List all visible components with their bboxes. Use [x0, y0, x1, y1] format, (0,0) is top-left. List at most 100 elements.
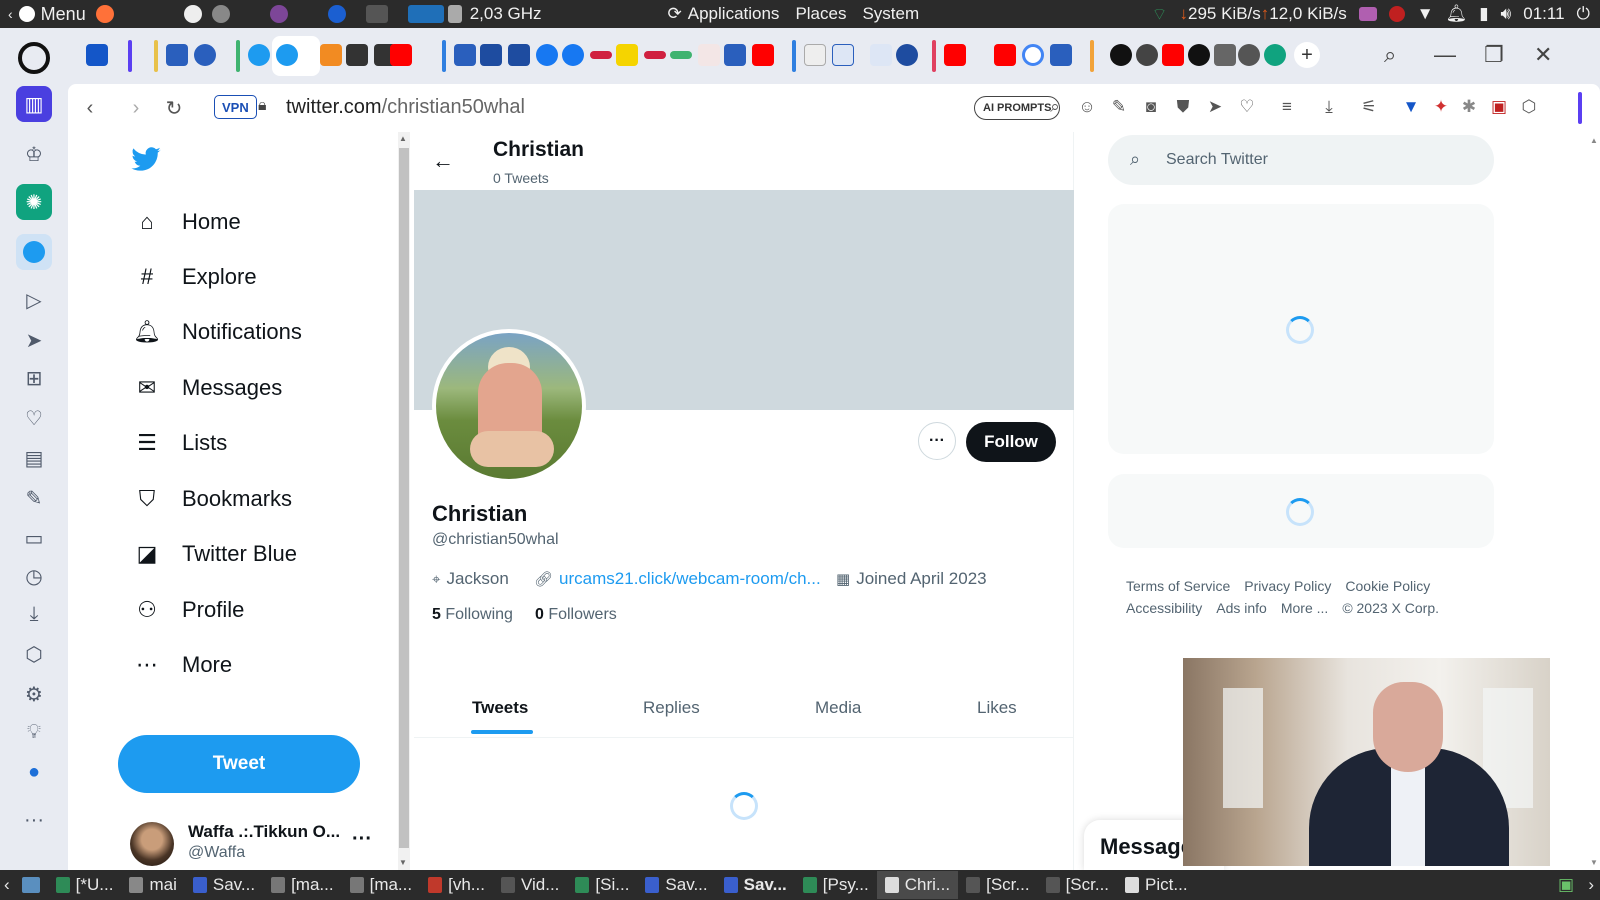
emoji-icon[interactable]: ☺ — [1076, 96, 1098, 118]
youtube-tab-favicon[interactable] — [390, 44, 412, 66]
terms-link[interactable]: Terms of Service — [1126, 578, 1230, 594]
tab-favicon-7[interactable] — [536, 44, 558, 66]
show-desktop-icon[interactable] — [14, 871, 48, 899]
following-link[interactable]: 5 Following — [432, 606, 513, 624]
history-icon[interactable]: ◷ — [16, 558, 52, 594]
applications-label[interactable]: Applications — [688, 4, 780, 24]
nav-item-home[interactable]: ⌂ Home — [132, 198, 240, 246]
power-icon[interactable]: ⏻ — [1577, 4, 1590, 24]
terminal-icon[interactable] — [365, 5, 388, 23]
extension-1-icon[interactable]: ▼ — [1400, 96, 1422, 118]
notification-bell-icon[interactable]: 🔔︎ — [1446, 4, 1468, 24]
rt-tab-favicon[interactable] — [832, 44, 854, 66]
tab-search-icon[interactable]: ⌕ — [1384, 42, 1396, 68]
ads-info-link[interactable]: Ads info — [1216, 600, 1267, 616]
snapshots-icon[interactable]: ▭ — [16, 520, 52, 556]
taskbar-task[interactable]: [Scr... — [1038, 871, 1117, 899]
taskbar-task[interactable]: Sav... — [716, 871, 795, 899]
tab-likes[interactable]: Likes — [977, 698, 1017, 718]
taskbar-task[interactable]: Vid... — [493, 871, 567, 899]
apps-grid-icon[interactable]: ⊞ — [16, 360, 52, 396]
taskbar-tray-icon[interactable]: ▣ — [1558, 875, 1574, 895]
tabs-list-icon[interactable]: ▤ — [16, 440, 52, 476]
taskbar-task[interactable]: [ma... — [342, 871, 421, 899]
extension-4-icon[interactable]: ▣ — [1488, 96, 1510, 118]
taskbar-task[interactable]: Sav... — [637, 871, 715, 899]
chat-bubble-icon[interactable]: ● — [16, 754, 52, 790]
scroll-up-icon[interactable]: ▲ — [399, 134, 407, 143]
nav-item-lists[interactable]: ☰ Lists — [132, 419, 227, 467]
page-scrollbar[interactable]: ▲ ▼ — [1588, 132, 1600, 870]
send-icon[interactable]: ➤ — [16, 322, 52, 358]
heart-icon[interactable]: ♡ — [16, 400, 52, 436]
scroll-down-icon[interactable]: ▼ — [399, 858, 407, 867]
lock-icon[interactable]: 🔒︎ — [258, 97, 267, 115]
minimize-icon[interactable]: — — [1434, 42, 1456, 68]
tab-favicon-bank[interactable] — [346, 44, 368, 66]
tab-favicon-4[interactable] — [454, 44, 476, 66]
send-icon[interactable]: ➤ — [1204, 96, 1226, 118]
camera-icon[interactable]: ◙ — [1140, 96, 1162, 118]
downloads-icon[interactable]: ⤓ — [16, 596, 52, 632]
download-icon[interactable]: ⤓ — [1318, 96, 1340, 118]
forward-icon[interactable]: › — [122, 94, 150, 122]
record-icon[interactable] — [1388, 6, 1405, 22]
nav-item-notifications[interactable]: 🔔︎ Notifications — [132, 308, 302, 356]
nav-scrollbar[interactable]: ▲ ▼ — [398, 132, 410, 870]
taskbar-task[interactable]: Pict... — [1117, 871, 1196, 899]
footer-more-link[interactable]: More ... — [1281, 600, 1328, 616]
battery-saver-icon[interactable]: ≡ — [1276, 96, 1298, 118]
cube-icon[interactable]: ⬡ — [16, 636, 52, 672]
taskbar-task[interactable]: [Scr... — [958, 871, 1037, 899]
menu-label[interactable]: Menu — [41, 4, 86, 25]
twitter-tab-favicon-active[interactable] — [276, 44, 298, 66]
easy-setup-icon[interactable]: ⚟ — [1358, 96, 1380, 118]
accessibility-link[interactable]: Accessibility — [1126, 600, 1202, 616]
tab-favicon-k[interactable] — [616, 44, 638, 66]
scroll-down-icon[interactable]: ▼ — [1590, 858, 1598, 867]
taskbar-scroll-right-icon[interactable]: › — [1588, 875, 1594, 895]
url-field[interactable]: twitter.com/christian50whal — [286, 96, 525, 119]
tab-favicon-13[interactable] — [724, 44, 746, 66]
profile-website-link[interactable]: 🔗︎ urcams21.click/webcam-room/ch... — [534, 569, 821, 589]
youtube-tab-favicon-4[interactable] — [994, 44, 1016, 66]
volume-icon[interactable]: 🔊︎ — [1501, 4, 1512, 24]
vpn-badge[interactable]: VPN — [214, 95, 257, 119]
tab-favicon-9[interactable] — [590, 51, 612, 59]
settings-icon[interactable] — [211, 5, 230, 23]
shield-icon[interactable]: ⛊ — [1172, 96, 1194, 118]
arrow-left-icon[interactable]: ‹ — [8, 6, 13, 22]
scroll-up-icon[interactable]: ▲ — [1590, 136, 1598, 145]
network-icon[interactable]: ▼ — [1417, 4, 1434, 24]
back-icon[interactable]: ‹ — [76, 94, 104, 122]
lightbulb-icon[interactable]: 💡︎ — [16, 714, 52, 750]
reload-icon[interactable]: ↻ — [160, 94, 188, 122]
applications-menu[interactable]: ⟳ Applications — [660, 4, 788, 24]
tab-favicon-20[interactable] — [1238, 44, 1260, 66]
youtube-tab-favicon-5[interactable] — [1162, 44, 1184, 66]
clock[interactable]: 01:11 — [1523, 4, 1564, 24]
account-more-icon[interactable]: ··· — [352, 828, 372, 851]
tab-favicon-19[interactable] — [1214, 44, 1236, 66]
taskbar-task[interactable]: [vh... — [420, 871, 493, 899]
tab-favicon-17[interactable] — [1110, 44, 1132, 66]
tab-favicon-18[interactable] — [1188, 44, 1210, 66]
tab-favicon-16[interactable] — [1050, 44, 1072, 66]
extension-2-icon[interactable]: ✦ — [1430, 96, 1452, 118]
tab-favicon-3[interactable] — [194, 44, 216, 66]
crown-icon[interactable]: ♔ — [16, 136, 52, 172]
tab-favicon-11[interactable] — [670, 51, 692, 59]
tab-favicon-6[interactable] — [508, 44, 530, 66]
chatgpt-tab-favicon[interactable] — [1136, 44, 1158, 66]
edit-icon[interactable]: ✎ — [1108, 96, 1130, 118]
chatgpt-icon[interactable]: ✺ — [16, 184, 52, 220]
restore-icon[interactable]: ❐ — [1484, 42, 1504, 68]
extension-5-icon[interactable]: ⬡ — [1518, 96, 1540, 118]
settings-gear-icon[interactable]: ⚙ — [16, 676, 52, 712]
account-avatar[interactable] — [130, 822, 174, 866]
twitter-sidebar-icon[interactable] — [16, 234, 52, 270]
battery-icon[interactable]: ▮ — [1479, 4, 1488, 24]
twitter-tab-favicon[interactable] — [248, 44, 270, 66]
follow-button[interactable]: Follow — [966, 422, 1056, 462]
picture-in-picture-video[interactable] — [1183, 658, 1550, 866]
